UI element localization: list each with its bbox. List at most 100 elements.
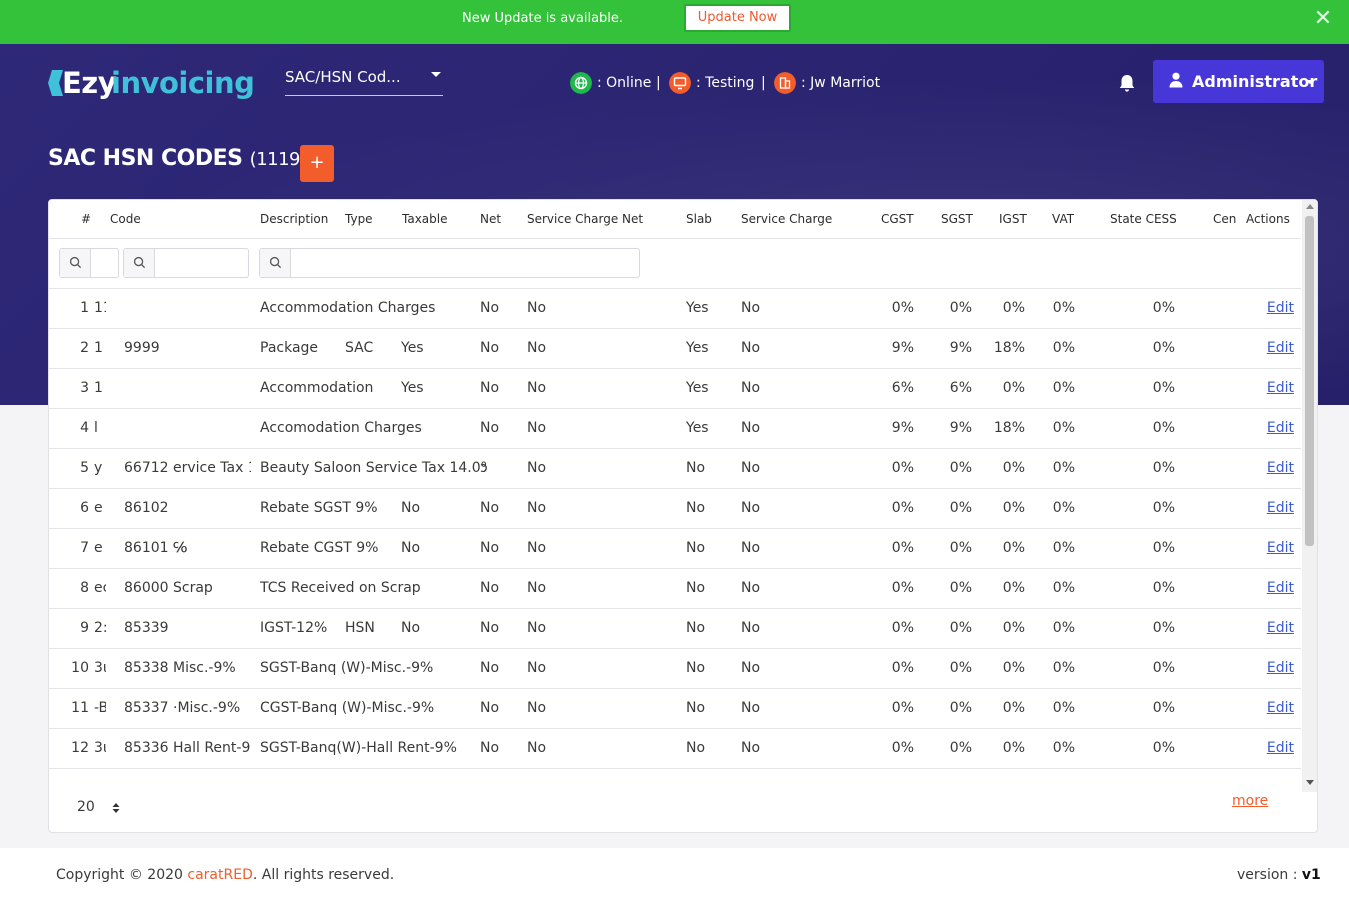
cell-abbrev: 2:	[94, 620, 106, 636]
cell-slab: No	[686, 740, 706, 756]
cell-cgst: 0%	[891, 300, 914, 316]
edit-link[interactable]: Edit	[1249, 700, 1294, 716]
cell-slab: No	[686, 620, 706, 636]
cell-abbrev: y :	[94, 460, 106, 476]
cell-net: ɔ	[480, 460, 488, 476]
column-header-cess[interactable]: Cen	[1213, 212, 1237, 226]
scrollbar-thumb[interactable]	[1305, 216, 1314, 546]
description-filter-input[interactable]	[259, 248, 640, 278]
cell-code-name: ·Misc.-9%	[173, 700, 241, 716]
column-header-type[interactable]: Type	[345, 212, 373, 226]
edit-link[interactable]: Edit	[1249, 460, 1294, 476]
edit-link[interactable]: Edit	[1249, 660, 1294, 676]
bell-icon[interactable]	[1116, 72, 1138, 94]
cell-slab: No	[686, 460, 706, 476]
column-header-state-cess[interactable]: State CESS	[1110, 212, 1177, 226]
status-separator: |	[761, 75, 766, 91]
column-header-taxable[interactable]: Taxable	[402, 212, 448, 226]
cell-net: No	[480, 340, 500, 356]
edit-link[interactable]: Edit	[1249, 740, 1294, 756]
edit-link[interactable]: Edit	[1249, 540, 1294, 556]
copyright-suffix: . All rights reserved.	[252, 867, 395, 883]
version-value: v1	[1301, 867, 1321, 883]
cell-cgst: 0%	[891, 540, 914, 556]
column-header-cgst[interactable]: CGST	[881, 212, 914, 226]
cell-number: 5	[80, 460, 89, 476]
cell-net: No	[480, 500, 500, 516]
cell-description: Beauty Saloon Service Tax 14.0%	[260, 460, 486, 476]
cell-description: Accommodation	[260, 380, 374, 396]
table-row: 5 y : 66712ervice Tax 1 Beauty Saloon Servi…	[49, 449, 1301, 489]
cell-service-charge: No	[741, 380, 761, 396]
cell-cgst: 0%	[891, 460, 914, 476]
cell-slab: No	[686, 580, 706, 596]
scroll-up-arrow-icon[interactable]	[1306, 204, 1314, 209]
cell-taxable: No	[401, 500, 421, 516]
status-testing-label: : Testing	[696, 75, 755, 91]
cell-abbrev: ec	[94, 580, 106, 596]
cell-service-charge: No	[741, 580, 761, 596]
edit-link[interactable]: Edit	[1249, 420, 1294, 436]
cell-code-name: Hall Rent-9	[173, 740, 251, 756]
cell-service-charge-net: No	[527, 460, 547, 476]
cell-net: No	[480, 620, 500, 636]
column-header-service-charge-net[interactable]: Service Charge Net	[527, 212, 643, 226]
table-row: 2 1 9999 Package SAC Yes No No Yes No 9% 9% 18% 0% 0% E…	[49, 329, 1301, 369]
cell-code-name: Misc.-9%	[173, 660, 236, 676]
cell-abbrev: 3ι	[94, 740, 106, 756]
cell-net: No	[480, 580, 500, 596]
cell-abbrev: 1	[94, 380, 103, 396]
vertical-scrollbar[interactable]	[1302, 200, 1317, 792]
table-row: 7 e 86101 ℅ Rebate CGST 9% No No No No No 0% 0% 0% 0%…	[49, 529, 1301, 569]
sort-arrows-icon[interactable]	[112, 802, 120, 814]
module-select[interactable]: SAC/HSN Cod...	[285, 66, 443, 96]
edit-link[interactable]: Edit	[1249, 500, 1294, 516]
cell-number: 10	[71, 660, 89, 676]
cell-service-charge-net: No	[527, 540, 547, 556]
user-menu-button[interactable]: Administrator	[1153, 60, 1324, 103]
scroll-down-arrow-icon[interactable]	[1306, 780, 1314, 785]
cell-cgst: 0%	[891, 740, 914, 756]
building-icon	[774, 72, 796, 94]
cell-abbrev: 1	[94, 340, 103, 356]
cell-state-cess: 0%	[1152, 460, 1175, 476]
column-header-slab[interactable]: Slab	[686, 212, 712, 226]
cell-service-charge-net: No	[527, 300, 547, 316]
table-row: 92:85339IGST-12%HSNNoNoNoNoNo0%0%0%0%0%E…	[49, 609, 1301, 649]
cell-number: 4	[80, 420, 89, 436]
more-link[interactable]: more	[1232, 793, 1268, 809]
number-filter-input[interactable]	[59, 248, 119, 278]
edit-link[interactable]: Edit	[1249, 580, 1294, 596]
edit-link[interactable]: Edit	[1249, 300, 1294, 316]
close-icon[interactable]: ✕	[1312, 8, 1334, 30]
cell-vat: 0%	[1052, 540, 1075, 556]
column-header-code[interactable]: Code	[110, 212, 141, 226]
cell-service-charge-net: No	[527, 660, 547, 676]
cell-description: SGST-Banq (W)-Misc.-9%	[260, 660, 434, 676]
cell-description: Rebate SGST 9%	[260, 500, 378, 516]
edit-link[interactable]: Edit	[1249, 620, 1294, 636]
update-now-button[interactable]: Update Now	[684, 4, 791, 32]
column-header-igst[interactable]: IGST	[999, 212, 1027, 226]
page-size-select[interactable]: 20	[77, 799, 95, 815]
column-header-service-charge[interactable]: Service Charge	[741, 212, 832, 226]
chevron-down-icon	[431, 72, 441, 77]
cell-cgst: 6%	[891, 380, 914, 396]
logo-text-invoicing: invoicing	[111, 66, 255, 100]
brand-link[interactable]: caratRED	[187, 867, 252, 883]
cell-state-cess: 0%	[1152, 700, 1175, 716]
edit-link[interactable]: Edit	[1249, 380, 1294, 396]
cell-service-charge-net: No	[527, 740, 547, 756]
table-row: 111Accommodation ChargesNoNoYesNo0%0%0%0…	[49, 289, 1301, 329]
edit-link[interactable]: Edit	[1249, 340, 1294, 356]
column-header-number[interactable]: #	[81, 212, 91, 226]
page-title-text: SAC HSN CODES	[48, 146, 243, 171]
column-header-net[interactable]: Net	[480, 212, 501, 226]
code-filter-input[interactable]	[123, 248, 249, 278]
column-header-sgst[interactable]: SGST	[941, 212, 973, 226]
cell-code: 9999	[124, 340, 160, 356]
column-header-vat[interactable]: VAT	[1052, 212, 1074, 226]
cell-code: 66712	[124, 460, 169, 476]
column-header-description[interactable]: Description	[260, 212, 328, 226]
add-code-button[interactable]: +	[300, 145, 334, 182]
